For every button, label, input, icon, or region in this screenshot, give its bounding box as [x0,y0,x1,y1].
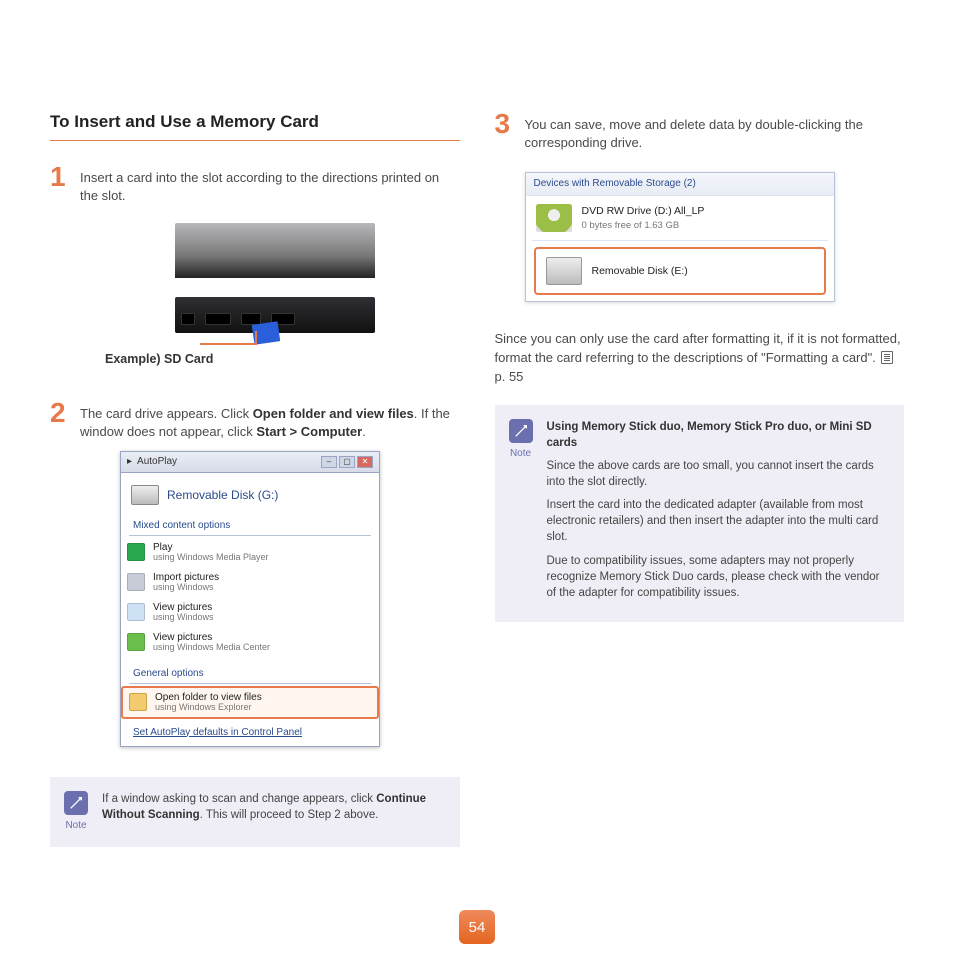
step-number-1: 1 [50,163,72,205]
note-right-body: Using Memory Stick duo, Memory Stick Pro… [547,419,889,608]
laptop-sdcard-figure [145,223,375,333]
step-1: 1 Insert a card into the slot according … [50,163,460,205]
step-number-2: 2 [50,399,72,441]
page-number: 54 [459,910,495,944]
autoplay-item[interactable]: View picturesusing Windows [121,598,379,627]
autoplay-open-folder[interactable]: Open folder to view files using Windows … [121,686,379,719]
step-1-text: Insert a card into the slot according to… [80,163,460,205]
drive-icon [131,485,159,505]
dvd-icon [536,204,572,232]
devices-header: Devices with Removable Storage (2) [526,173,834,196]
devices-panel: Devices with Removable Storage (2) DVD R… [525,172,835,302]
step-3: 3 You can save, move and delete data by … [495,110,905,152]
device-removable-row[interactable]: Removable Disk (E:) [534,247,826,295]
autoplay-general-label: General options [133,668,204,679]
autoplay-window: ▸ AutoPlay – ▢ ✕ Removable Disk (G:) Mix… [120,451,380,746]
close-button[interactable]: ✕ [357,456,373,468]
note-icon [64,791,88,815]
autoplay-mixed-label: Mixed content options [133,520,230,531]
step-2: 2 The card drive appears. Click Open fol… [50,399,460,441]
section-heading: To Insert and Use a Memory Card [50,110,460,141]
note-icon [509,419,533,443]
step-2-text: The card drive appears. Click Open folde… [80,399,460,441]
autoplay-item[interactable]: Playusing Windows Media Player [121,538,379,567]
autoplay-item[interactable]: Import picturesusing Windows [121,568,379,597]
autoplay-disk-label: Removable Disk (G:) [167,487,278,504]
note-left-body: If a window asking to scan and change ap… [102,791,444,833]
minimize-button[interactable]: – [321,456,337,468]
step-3-text: You can save, move and delete data by do… [525,110,905,152]
page-ref-icon [881,351,893,364]
device-dvd-row[interactable]: DVD RW Drive (D:) All_LP 0 bytes free of… [526,196,834,240]
autoplay-titlebar: ▸ AutoPlay – ▢ ✕ [121,452,379,473]
note-label: Note [509,447,533,461]
example-label: Example) SD Card [105,351,460,369]
note-box-right: Note Using Memory Stick duo, Memory Stic… [495,405,905,622]
note-label: Note [64,819,88,833]
maximize-button[interactable]: ▢ [339,456,355,468]
note-box-left: Note If a window asking to scan and chan… [50,777,460,847]
autoplay-defaults-link[interactable]: Set AutoPlay defaults in Control Panel [121,720,379,746]
autoplay-title: AutoPlay [137,455,177,469]
step-number-3: 3 [495,110,517,152]
autoplay-item[interactable]: View picturesusing Windows Media Center [121,628,379,657]
disk-icon [546,257,582,285]
format-paragraph: Since you can only use the card after fo… [495,330,905,387]
